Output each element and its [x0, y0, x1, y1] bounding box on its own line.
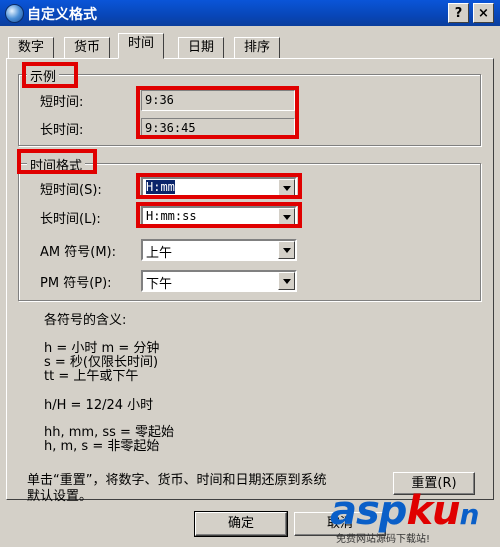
reset-note-line2: 默认设置。: [27, 489, 93, 504]
close-button[interactable]: ×: [473, 3, 494, 23]
tab-time[interactable]: 时间: [118, 33, 165, 59]
window-title: 自定义格式: [27, 7, 97, 23]
tab-date[interactable]: 日期: [178, 37, 225, 58]
app-globe-icon: [5, 4, 24, 23]
pm-symbol-combobox[interactable]: 下午: [141, 270, 297, 292]
short-time-label: 短时间(S):: [40, 183, 102, 198]
sample-short-label: 短时间:: [40, 95, 84, 110]
pm-symbol-label: PM 符号(P):: [40, 276, 112, 291]
sample-long-value: 9:36:45: [141, 118, 295, 139]
watermark-subtitle: 免费网站源码下载站!: [336, 534, 431, 545]
long-time-label: 长时间(L):: [40, 212, 101, 227]
symbol-line-nonzero: h, m, s = 非零起始: [44, 439, 160, 454]
long-time-combobox[interactable]: H:mm:ss: [141, 206, 297, 228]
chevron-down-icon[interactable]: [278, 241, 295, 259]
chevron-down-icon[interactable]: [278, 208, 295, 226]
short-time-combobox[interactable]: H:mm: [141, 177, 297, 199]
am-symbol-combobox[interactable]: 上午: [141, 239, 297, 261]
short-time-value: H:mm: [146, 180, 175, 194]
sample-long-label: 长时间:: [40, 123, 84, 138]
tab-currency[interactable]: 货币: [64, 37, 111, 58]
title-bar[interactable]: 自定义格式 ? ×: [0, 0, 500, 26]
ok-button[interactable]: 确定: [194, 511, 288, 537]
am-symbol-value: 上午: [146, 246, 173, 261]
symbol-line-tt: tt = 上午或下午: [44, 369, 139, 384]
symbol-line-hH: h/H = 12/24 小时: [44, 398, 154, 413]
long-time-value: H:mm:ss: [146, 209, 197, 223]
tab-sort[interactable]: 排序: [234, 37, 281, 58]
time-format-legend: 时间格式: [27, 155, 86, 174]
chevron-down-icon[interactable]: [278, 179, 295, 197]
help-button[interactable]: ?: [448, 3, 469, 23]
chevron-down-icon[interactable]: [278, 272, 295, 290]
sample-legend: 示例: [27, 66, 60, 85]
symbol-meaning-heading: 各符号的含义:: [44, 313, 127, 328]
time-tab-panel: 示例 短时间: 9:36 长时间: 9:36:45 时间格式 短时间(S): H…: [6, 58, 494, 504]
am-symbol-label: AM 符号(M):: [40, 245, 116, 260]
tab-number[interactable]: 数字: [8, 37, 55, 58]
pm-symbol-value: 下午: [146, 277, 173, 292]
sample-short-value: 9:36: [141, 90, 295, 111]
watermark-logo: aspkun: [330, 488, 479, 534]
